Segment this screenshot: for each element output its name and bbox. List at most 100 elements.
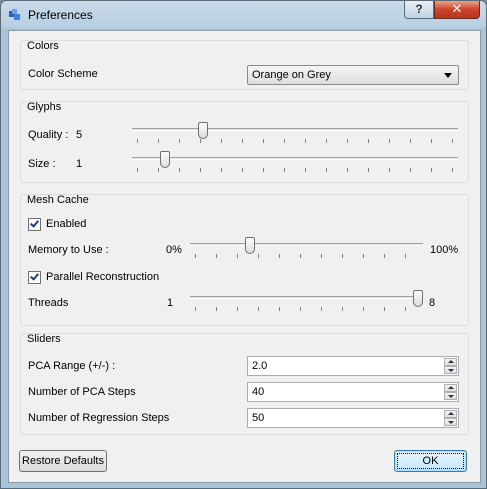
checkmark-icon [30,271,39,281]
size-slider[interactable] [132,151,458,175]
slider-tick [326,139,327,143]
mesh-cache-group-title: Mesh Cache [27,194,89,206]
memory-slider[interactable] [190,237,423,261]
slider-tick [431,139,432,143]
size-label: Size : [28,158,56,170]
slider-tick [195,307,196,311]
glyphs-group-title: Glyphs [27,101,62,113]
slider-tick [300,254,301,258]
slider-tick [305,168,306,172]
preferences-window: Preferences ? ✕ Colors Color Scheme Oran… [0,0,487,489]
size-slider-thumb[interactable] [160,151,170,168]
slider-tick [158,139,159,143]
quality-value: 5 [76,129,83,141]
memory-max-label: 100% [430,244,459,256]
slider-tick [179,139,180,143]
help-button[interactable]: ? [404,1,434,19]
parallel-reconstruction-checkbox[interactable] [28,271,41,284]
title-bar[interactable]: Preferences ? ✕ [1,1,486,29]
chevron-down-icon [444,73,452,78]
slider-tick [410,139,411,143]
slider-tick [363,254,364,258]
spin-down-icon[interactable] [444,392,457,400]
slider-tick [342,254,343,258]
memory-slider-track [190,243,423,246]
restore-defaults-button[interactable]: Restore Defaults [19,450,107,472]
slider-tick [321,254,322,258]
slider-tick [300,307,301,311]
slider-tick [195,254,196,258]
slider-tick [321,307,322,311]
slider-tick [221,168,222,172]
quality-slider[interactable] [132,122,458,146]
regression-steps-spinbox[interactable]: 50 [247,408,459,428]
sliders-group-title: Sliders [27,333,61,345]
close-button[interactable]: ✕ [434,1,480,19]
spin-up-icon[interactable] [444,384,457,392]
pca-range-spinbox[interactable]: 2.0 [247,356,459,376]
slider-tick [137,168,138,172]
slider-tick [384,254,385,258]
slider-tick [137,139,138,143]
pca-steps-value: 40 [252,386,265,398]
size-slider-track [132,157,458,160]
slider-tick [347,139,348,143]
pca-steps-label: Number of PCA Steps [28,386,136,398]
enabled-checkbox[interactable] [28,218,41,231]
memory-min-label: 0% [166,244,182,256]
spin-up-icon[interactable] [444,358,457,366]
slider-tick [200,168,201,172]
quality-slider-thumb[interactable] [198,122,208,139]
memory-label: Memory to Use : [28,244,109,256]
quality-label: Quality : [28,129,69,141]
threads-min-label: 1 [167,297,174,309]
glyphs-group: Glyphs Quality : 5 Size : 1 [20,101,469,183]
slider-tick [326,168,327,172]
slider-tick [305,139,306,143]
dialog-body: Colors Color Scheme Orange on Grey Glyph… [8,30,481,483]
enabled-label[interactable]: Enabled [46,218,86,230]
slider-tick [405,307,406,311]
slider-tick [279,307,280,311]
spin-up-icon[interactable] [444,410,457,418]
slider-tick [368,168,369,172]
threads-slider[interactable] [190,290,423,314]
slider-tick [389,139,390,143]
slider-tick [363,307,364,311]
colors-group: Colors Color Scheme Orange on Grey [20,40,469,90]
size-value: 1 [76,158,83,170]
quality-slider-track [132,128,458,131]
spin-down-icon[interactable] [444,366,457,374]
threads-slider-thumb[interactable] [413,290,423,307]
ok-button[interactable]: OK [394,450,467,472]
parallel-reconstruction-label[interactable]: Parallel Reconstruction [46,271,159,283]
slider-tick [216,254,217,258]
pca-range-label: PCA Range (+/-) : [28,360,116,372]
pca-steps-spinbox[interactable]: 40 [247,382,459,402]
threads-label: Threads [28,297,69,309]
threads-slider-ticks [190,307,423,312]
regression-steps-label: Number of Regression Steps [28,412,170,424]
spin-down-icon[interactable] [444,418,457,426]
slider-tick [347,168,348,172]
checkmark-icon [30,218,39,228]
slider-tick [389,168,390,172]
threads-max-label: 8 [429,297,436,309]
mesh-cache-group: Mesh Cache Enabled Memory to Use : 0% 10… [20,194,469,326]
slider-tick [384,307,385,311]
color-scheme-select[interactable]: Orange on Grey [247,65,459,85]
slider-tick [242,168,243,172]
slider-tick [405,254,406,258]
slider-tick [410,168,411,172]
slider-tick [431,168,432,172]
pca-range-value: 2.0 [252,360,268,372]
slider-tick [237,254,238,258]
slider-tick [263,139,264,143]
slider-tick [258,307,259,311]
color-scheme-label: Color Scheme [28,68,98,80]
slider-tick [342,307,343,311]
slider-tick [284,168,285,172]
sliders-group: Sliders PCA Range (+/-) : 2.0 Number of … [20,333,469,435]
slider-tick [158,168,159,172]
memory-slider-thumb[interactable] [245,237,255,254]
